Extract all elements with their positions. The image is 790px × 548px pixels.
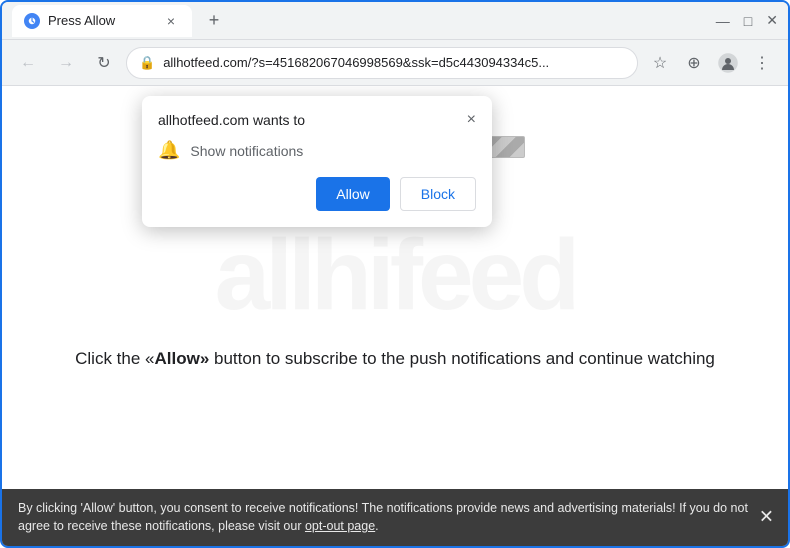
notification-permission-dialog: allhotfeed.com wants to × 🔔 Show notific… — [142, 96, 492, 227]
bell-icon: 🔔 — [158, 140, 180, 161]
tab-favicon — [24, 13, 40, 29]
allow-button[interactable]: Allow — [316, 177, 389, 211]
page-content: allhifeed allhotfeed.com wants to × 🔔 Sh… — [2, 86, 788, 489]
nav-right-controls: ☆ ⊕ ⋮ — [644, 47, 778, 79]
main-text-suffix: button to subscribe to the push notifica… — [209, 349, 715, 368]
close-button[interactable]: ✕ — [766, 12, 778, 29]
bookmark-button[interactable]: ☆ — [644, 47, 676, 79]
url-text: allhotfeed.com/?s=451682067046998569&ssk… — [163, 55, 625, 70]
new-tab-button[interactable]: + — [200, 7, 228, 35]
minimize-button[interactable]: — — [716, 13, 730, 29]
page-main-text: Click the «Allow» button to subscribe to… — [2, 349, 788, 369]
dialog-title: allhotfeed.com wants to — [158, 112, 305, 128]
title-bar: Press Allow × + — □ ✕ — [2, 2, 788, 40]
window-controls: — □ ✕ — [716, 12, 778, 29]
watermark: allhifeed — [215, 218, 576, 333]
download-button[interactable]: ⊕ — [678, 47, 710, 79]
reload-button[interactable]: ↻ — [88, 47, 120, 79]
tab-title: Press Allow — [48, 13, 154, 28]
bottom-bar-text-end: . — [375, 519, 378, 533]
lock-icon: 🔒 — [139, 55, 155, 71]
dialog-actions: Allow Block — [158, 177, 476, 211]
menu-button[interactable]: ⋮ — [746, 47, 778, 79]
opt-out-link[interactable]: opt-out page — [305, 519, 375, 533]
browser-window: Press Allow × + — □ ✕ ← → ↻ 🔒 allhotfeed… — [0, 0, 790, 548]
bottom-bar-close-button[interactable]: ✕ — [759, 504, 774, 531]
dialog-close-button[interactable]: × — [467, 112, 476, 128]
notification-feature-row: 🔔 Show notifications — [158, 140, 476, 161]
bottom-bar-text-content: By clicking 'Allow' button, you consent … — [18, 501, 748, 534]
address-bar[interactable]: 🔒 allhotfeed.com/?s=451682067046998569&s… — [126, 47, 638, 79]
main-text-prefix: Click the « — [75, 349, 154, 368]
navigation-bar: ← → ↻ 🔒 allhotfeed.com/?s=45168206704699… — [2, 40, 788, 86]
dialog-header: allhotfeed.com wants to × — [158, 112, 476, 128]
bottom-notification-bar: By clicking 'Allow' button, you consent … — [2, 489, 788, 547]
forward-button[interactable]: → — [50, 47, 82, 79]
main-text-allow: Allow» — [154, 349, 209, 368]
maximize-button[interactable]: □ — [744, 13, 752, 29]
tab-close-button[interactable]: × — [162, 12, 180, 30]
back-button[interactable]: ← — [12, 47, 44, 79]
block-button[interactable]: Block — [400, 177, 476, 211]
active-tab[interactable]: Press Allow × — [12, 5, 192, 37]
notification-feature-label: Show notifications — [190, 143, 303, 159]
profile-button[interactable] — [712, 47, 744, 79]
bottom-bar-text: By clicking 'Allow' button, you consent … — [18, 499, 748, 537]
